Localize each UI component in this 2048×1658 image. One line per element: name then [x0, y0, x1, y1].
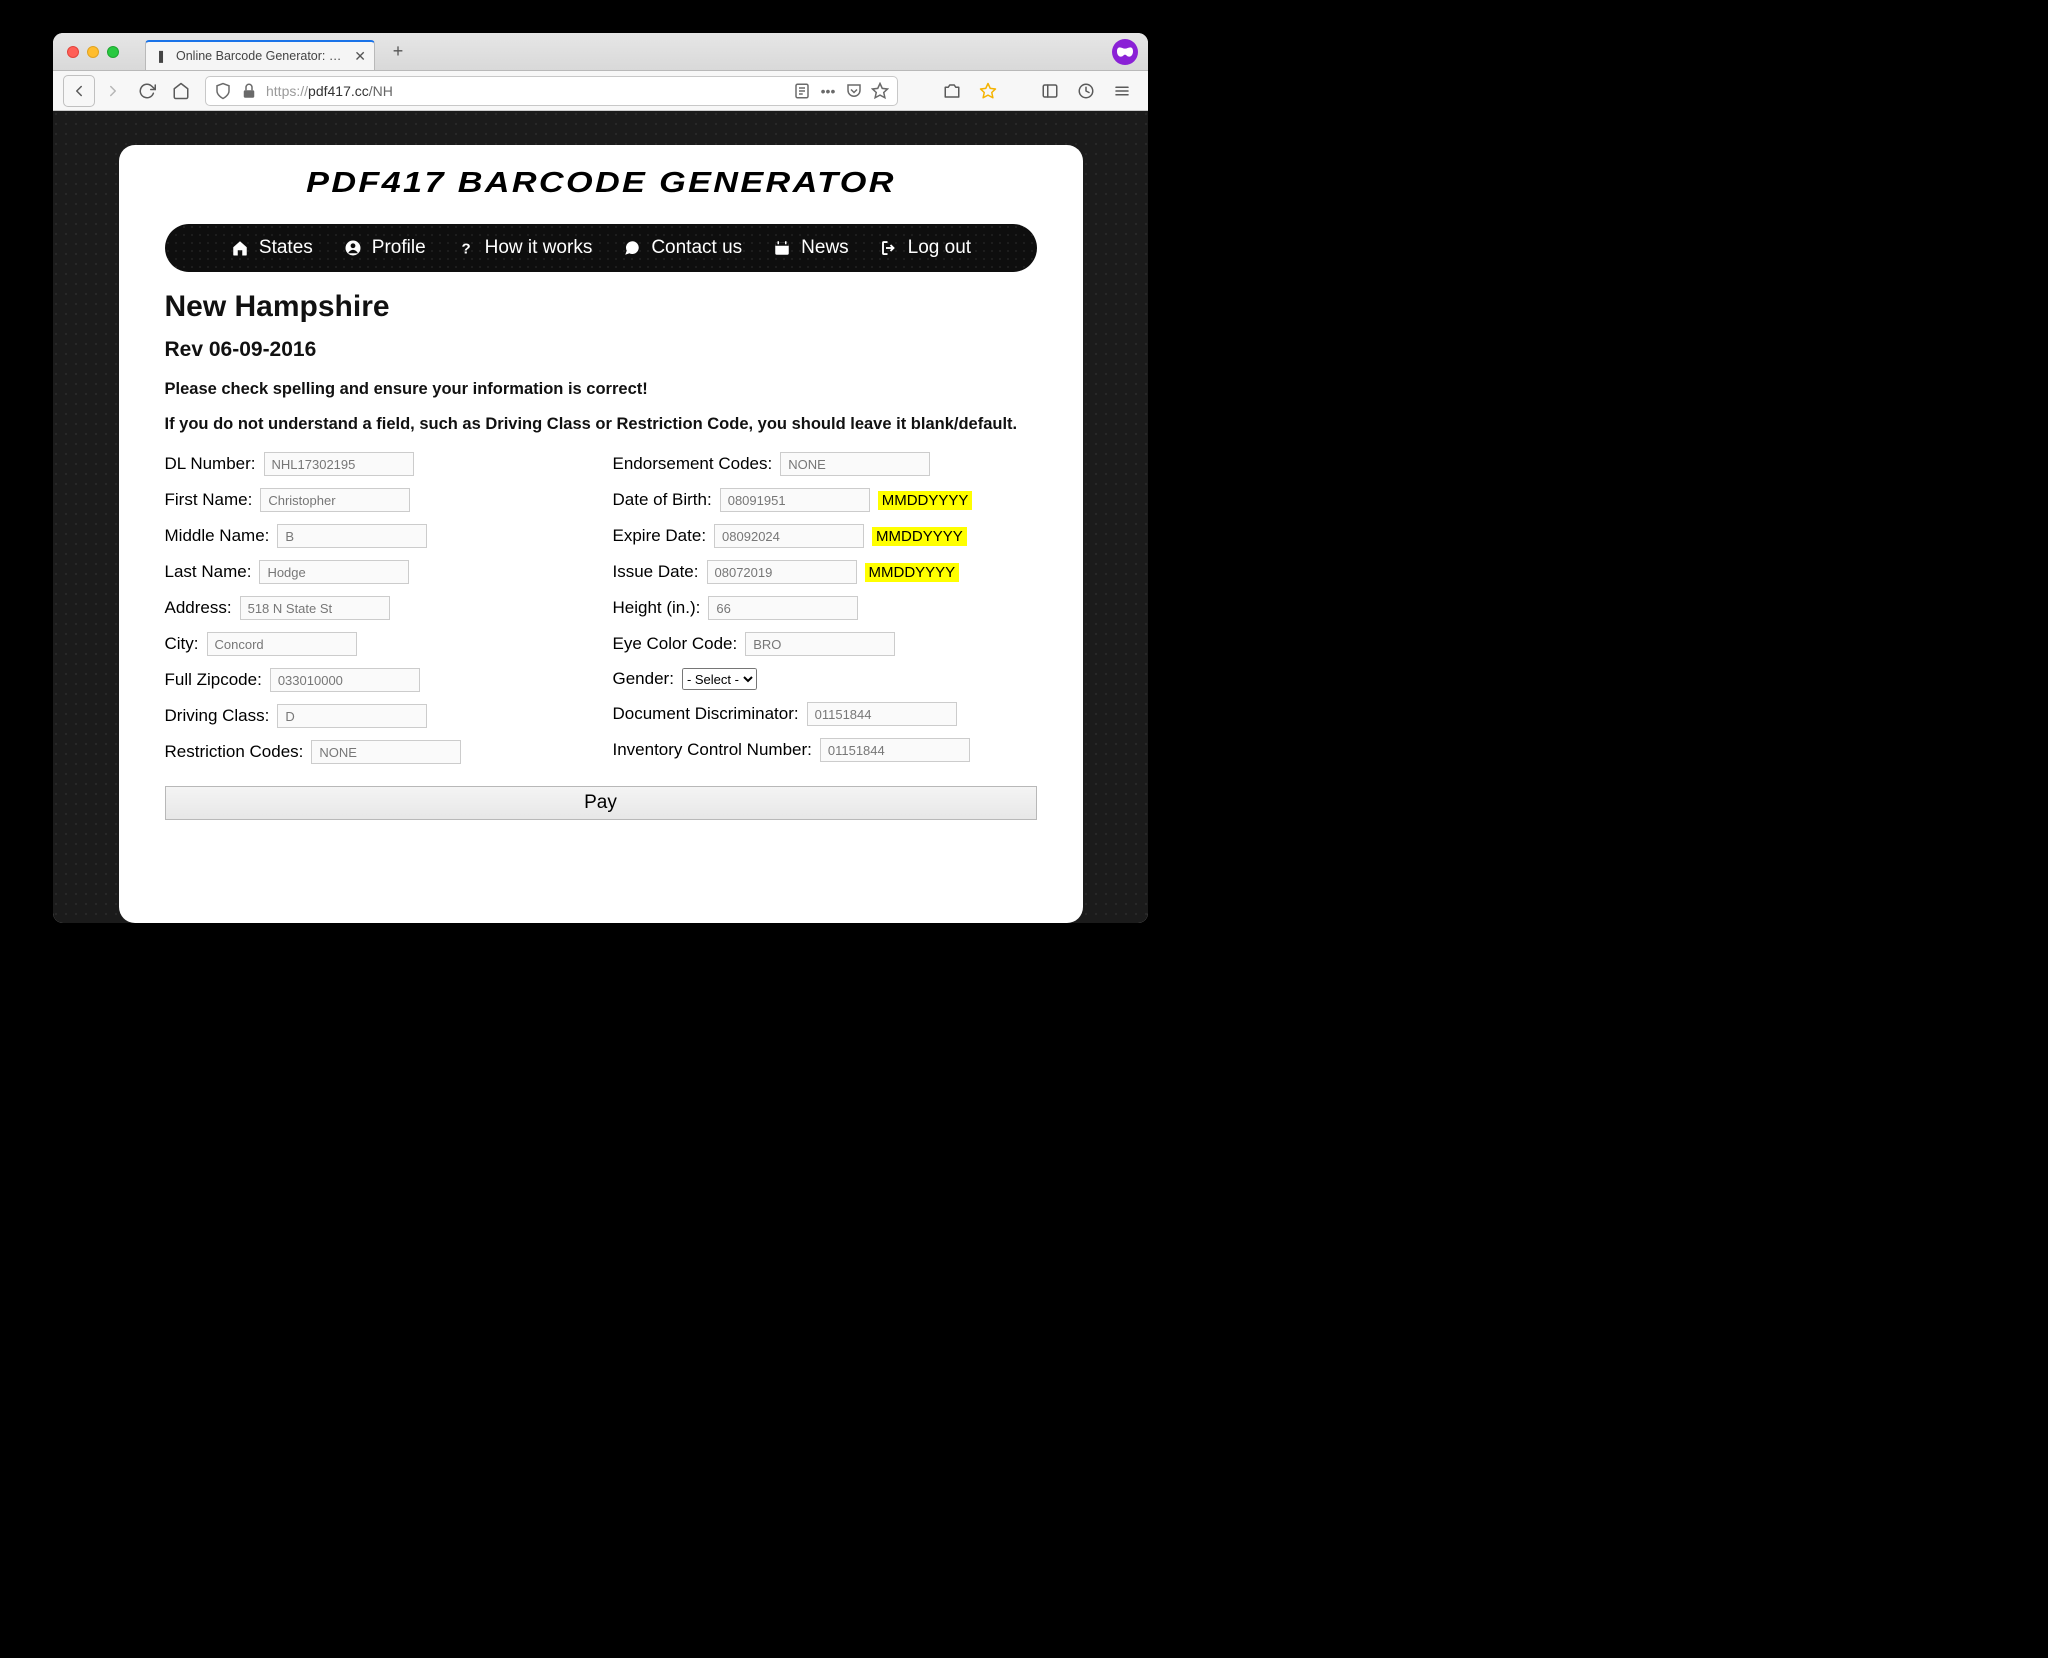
input-expire-date[interactable]: [714, 524, 864, 548]
svg-text:?: ?: [461, 240, 470, 257]
reload-button[interactable]: [131, 75, 163, 107]
site-navbar: States Profile ? How it works Contact us…: [165, 224, 1037, 272]
url-text: https://pdf417.cc/NH: [266, 83, 785, 99]
form-col-left: DL Number: First Name: Middle Name: Last…: [165, 452, 589, 764]
nav-news[interactable]: News: [772, 237, 849, 259]
input-inventory-control-number[interactable]: [820, 738, 970, 762]
input-city[interactable]: [207, 632, 357, 656]
calendar-icon: [772, 238, 792, 258]
input-last-name[interactable]: [259, 560, 409, 584]
nav-profile[interactable]: Profile: [343, 237, 426, 259]
input-date-of-birth[interactable]: [720, 488, 870, 512]
nav-contact-us[interactable]: Contact us: [622, 237, 742, 259]
revision-label: Rev 06-09-2016: [165, 338, 1037, 362]
sidebar-icon[interactable]: [1034, 75, 1066, 107]
label-last: Last Name:: [165, 562, 252, 582]
label-docdisc: Document Discriminator:: [613, 704, 799, 724]
label-inv: Inventory Control Number:: [613, 740, 812, 760]
label-endorse: Endorsement Codes:: [613, 454, 773, 474]
browser-tab[interactable]: ❚ Online Barcode Generator: PDF… ✕: [145, 40, 375, 70]
input-eye-color[interactable]: [745, 632, 895, 656]
zoom-window-button[interactable]: [107, 46, 119, 58]
hint-expire-format: MMDDYYYY: [872, 527, 967, 546]
new-tab-button[interactable]: +: [385, 39, 411, 65]
downloads-icon[interactable]: [936, 75, 968, 107]
input-driving-class[interactable]: [277, 704, 427, 728]
label-gender: Gender:: [613, 669, 674, 689]
bookmark-star-icon[interactable]: [871, 82, 889, 100]
hint-dob-format: MMDDYYYY: [878, 491, 973, 510]
label-zip: Full Zipcode:: [165, 670, 262, 690]
label-dl: DL Number:: [165, 454, 256, 474]
tab-close-icon[interactable]: ✕: [354, 48, 366, 65]
form: DL Number: First Name: Middle Name: Last…: [165, 452, 1037, 764]
page-viewport: PDF417 BARCODE GENERATOR States Profile …: [53, 111, 1148, 923]
page-actions-icon[interactable]: •••: [819, 82, 837, 100]
label-height: Height (in.):: [613, 598, 701, 618]
input-dl-number[interactable]: [264, 452, 414, 476]
label-city: City:: [165, 634, 199, 654]
nav-states[interactable]: States: [230, 237, 313, 259]
history-icon[interactable]: [1070, 75, 1102, 107]
input-middle-name[interactable]: [277, 524, 427, 548]
url-bar[interactable]: https://pdf417.cc/NH •••: [205, 76, 898, 106]
bookmarks-toolbar-icon[interactable]: [972, 75, 1004, 107]
page-title: New Hampshire: [165, 290, 1037, 324]
label-restrict: Restriction Codes:: [165, 742, 304, 762]
warning-1: Please check spelling and ensure your in…: [165, 380, 1037, 399]
user-icon: [343, 238, 363, 258]
label-expire: Expire Date:: [613, 526, 707, 546]
browser-toolbar: https://pdf417.cc/NH •••: [53, 71, 1148, 111]
tab-favicon: ❚: [154, 49, 168, 63]
input-address[interactable]: [240, 596, 390, 620]
back-button[interactable]: [63, 75, 95, 107]
window-controls: [67, 46, 119, 58]
close-window-button[interactable]: [67, 46, 79, 58]
label-dob: Date of Birth:: [613, 490, 712, 510]
reader-mode-icon[interactable]: [793, 82, 811, 100]
label-class: Driving Class:: [165, 706, 270, 726]
forward-button: [97, 75, 129, 107]
input-endorsement-codes[interactable]: [780, 452, 930, 476]
input-issue-date[interactable]: [707, 560, 857, 584]
tab-title: Online Barcode Generator: PDF…: [176, 49, 346, 63]
chat-icon: [622, 238, 642, 258]
browser-window: ❚ Online Barcode Generator: PDF… ✕ +: [53, 33, 1148, 923]
titlebar: ❚ Online Barcode Generator: PDF… ✕ +: [53, 33, 1148, 71]
home-icon: [230, 238, 250, 258]
home-button[interactable]: [165, 75, 197, 107]
hint-issue-format: MMDDYYYY: [865, 563, 960, 582]
pocket-icon[interactable]: [845, 82, 863, 100]
input-document-discriminator[interactable]: [807, 702, 957, 726]
logout-icon: [879, 238, 899, 258]
brand-title: PDF417 BARCODE GENERATOR: [86, 167, 1115, 200]
nav-how-it-works[interactable]: ? How it works: [456, 237, 593, 259]
select-gender[interactable]: - Select -: [682, 668, 757, 690]
label-eye: Eye Color Code:: [613, 634, 738, 654]
menu-icon[interactable]: [1106, 75, 1138, 107]
lock-icon[interactable]: [240, 82, 258, 100]
form-col-right: Endorsement Codes: Date of Birth: MMDDYY…: [613, 452, 1037, 764]
question-icon: ?: [456, 238, 476, 258]
warning-2: If you do not understand a field, such a…: [165, 415, 1037, 434]
label-first: First Name:: [165, 490, 253, 510]
minimize-window-button[interactable]: [87, 46, 99, 58]
input-restriction-codes[interactable]: [311, 740, 461, 764]
input-zipcode[interactable]: [270, 668, 420, 692]
private-mode-icon: [1112, 39, 1138, 65]
tracking-shield-icon[interactable]: [214, 82, 232, 100]
label-issue: Issue Date:: [613, 562, 699, 582]
label-middle: Middle Name:: [165, 526, 270, 546]
label-address: Address:: [165, 598, 232, 618]
page-card: PDF417 BARCODE GENERATOR States Profile …: [119, 145, 1083, 923]
nav-logout[interactable]: Log out: [879, 237, 971, 259]
input-height[interactable]: [708, 596, 858, 620]
input-first-name[interactable]: [260, 488, 410, 512]
pay-button[interactable]: Pay: [165, 786, 1037, 820]
